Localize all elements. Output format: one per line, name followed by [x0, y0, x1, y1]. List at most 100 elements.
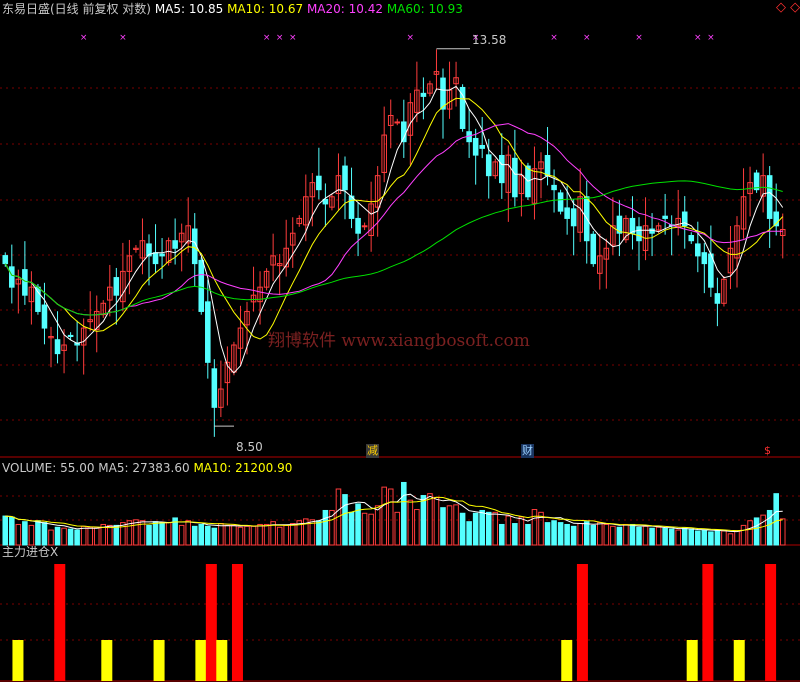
volume-bar — [198, 523, 205, 546]
volume-bar — [22, 521, 28, 546]
price-header: 东易日盛(日线 前复权 对数) MA5: 10.85 MA10: 10.67 M… — [2, 2, 463, 16]
indicator-bar — [231, 564, 243, 681]
volume-bar — [178, 524, 185, 546]
volume-bar — [512, 523, 518, 546]
candle-body — [205, 301, 211, 363]
volume-bar — [472, 512, 479, 546]
candle-body — [211, 368, 218, 408]
volume-bar — [531, 509, 538, 546]
volume-bar — [394, 511, 401, 546]
low-price-label: 8.50 — [236, 440, 263, 454]
volume-bar — [159, 522, 165, 546]
candle-body — [41, 304, 48, 329]
diamond-nav-icons[interactable]: ◇ ◇ — [776, 1, 800, 15]
candle-body — [695, 243, 701, 257]
volume-bar — [557, 522, 564, 546]
candle-body — [342, 165, 348, 191]
candle-body — [54, 339, 61, 355]
ma60-readout: MA60: 10.93 — [386, 2, 463, 16]
indicator-title: 主力进仓X — [2, 545, 59, 559]
volume-bar — [525, 523, 531, 546]
indicator-bar — [12, 640, 24, 681]
signal-marker: × — [583, 33, 591, 43]
volume-bar — [753, 517, 760, 546]
event-marker-reduce[interactable]: 减 — [366, 444, 379, 458]
candle-body — [551, 184, 557, 191]
indicator-bar — [195, 640, 207, 681]
volume-bar — [577, 523, 583, 546]
volume-bar — [570, 525, 577, 546]
volume-bar — [289, 523, 296, 546]
indicator-bar — [733, 640, 745, 681]
volume-bar — [80, 525, 87, 546]
volume-bar — [688, 528, 695, 546]
volume-bar — [740, 524, 747, 546]
volume-bar — [590, 524, 597, 546]
signal-marker: × — [635, 33, 643, 43]
volume-bar — [348, 511, 355, 546]
volume-bar — [662, 527, 668, 546]
volume-bar — [499, 523, 505, 546]
indicator-bar — [561, 640, 573, 681]
candle-body — [714, 293, 721, 304]
volume-bar — [48, 529, 54, 546]
volume-bar — [231, 524, 237, 546]
volume-bar — [721, 530, 727, 546]
volume-bar — [276, 526, 283, 546]
volume-bar — [368, 513, 374, 546]
event-marker-dollar[interactable]: $ — [764, 444, 771, 458]
volume-bar — [250, 525, 257, 546]
volume-bar — [15, 523, 22, 546]
volume-bar — [244, 525, 250, 546]
volume-bar — [440, 507, 446, 546]
volume-bar — [9, 516, 15, 546]
chart-window: × × × × × × × × × × × × 东易日盛(日线 前复权 对数) MA5: 10.85 … — [0, 0, 800, 682]
volume-bar — [734, 530, 740, 546]
volume-bar — [152, 521, 159, 546]
stock-title: 东易日盛(日线 前复权 对数) — [2, 2, 151, 16]
volume-bar — [2, 515, 9, 546]
event-marker-finance[interactable]: 财 — [521, 444, 534, 458]
ma5-readout: MA5: 10.85 — [154, 2, 224, 16]
volume-bar — [74, 529, 80, 546]
volume-bar — [433, 496, 440, 546]
volume-bar — [681, 527, 688, 546]
candle-body — [159, 253, 165, 257]
candle-body — [636, 226, 642, 242]
volume-bar — [551, 520, 557, 546]
volume-bar — [420, 495, 427, 546]
volume-bar — [165, 522, 172, 546]
volume-bar — [479, 509, 485, 546]
volume-bar — [407, 499, 414, 546]
indicator-bar — [153, 640, 165, 681]
candle-body — [499, 154, 505, 184]
volume-bar — [708, 531, 714, 546]
volume-bar — [54, 526, 61, 546]
signal-marker: × — [289, 33, 297, 43]
volume-bar — [322, 509, 329, 546]
candle-body — [753, 172, 760, 191]
volume-bar — [283, 524, 289, 546]
volume-bar — [649, 527, 655, 546]
candle-body — [557, 192, 564, 212]
indicator-bar — [205, 564, 217, 681]
signal-marker: × — [550, 33, 558, 43]
candle-body — [198, 259, 205, 312]
candle-body — [152, 252, 159, 265]
candle-body — [512, 157, 518, 198]
volume-bar — [544, 522, 551, 546]
candle-body — [766, 175, 773, 219]
volume-bar — [93, 527, 100, 546]
volume-bar — [668, 528, 675, 546]
indicator-bar — [216, 640, 228, 681]
indicator-bar — [576, 564, 588, 681]
volume-bar — [629, 523, 636, 546]
volume-bar — [211, 527, 218, 546]
volume-ma10-readout: MA10: 21200.90 — [193, 461, 293, 475]
candle-body — [590, 233, 597, 265]
candle-body — [35, 286, 41, 312]
volume-bar — [597, 522, 603, 546]
volume-bar — [205, 525, 211, 546]
volume-bar — [766, 509, 773, 546]
candle-body — [113, 277, 120, 296]
